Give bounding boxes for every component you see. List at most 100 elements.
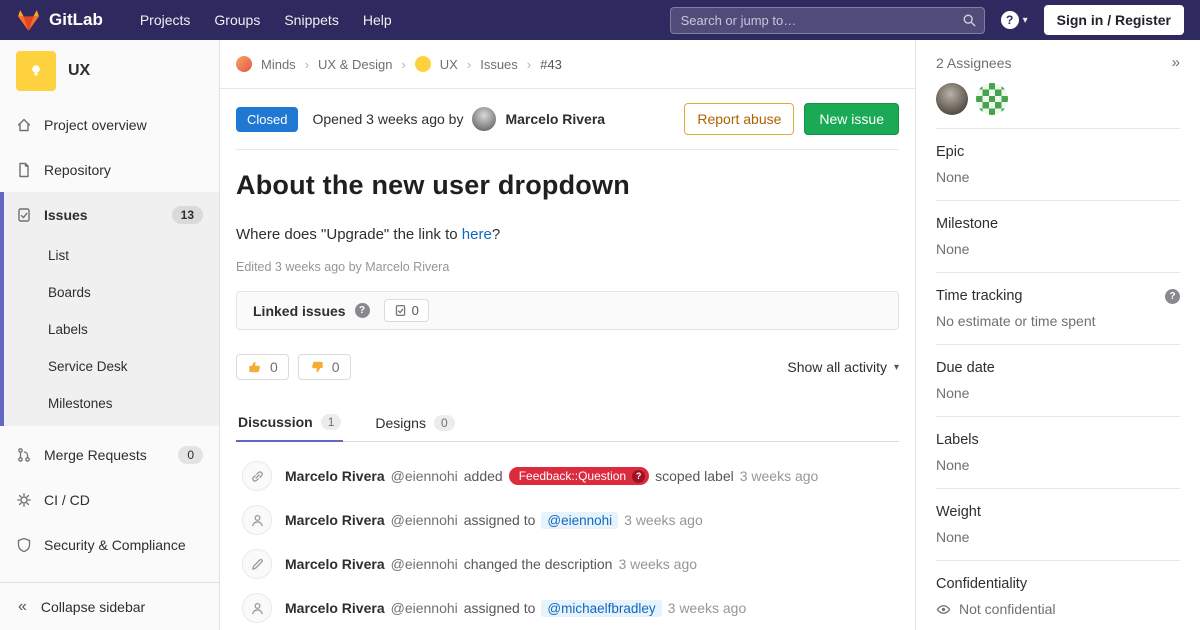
note-author[interactable]: Marcelo Rivera	[285, 556, 385, 572]
sidebar-section-confidentiality: Confidentiality Not confidential	[936, 561, 1180, 630]
breadcrumb-ux-design[interactable]: UX & Design	[318, 57, 392, 72]
author-avatar[interactable]	[472, 107, 496, 131]
time-tracking-help-icon[interactable]: ?	[1165, 289, 1180, 304]
section-label: Weight	[936, 504, 1180, 520]
collapse-sidebar-label: Collapse sidebar	[41, 599, 145, 615]
tab-label: Discussion	[238, 414, 313, 430]
new-issue-button[interactable]: New issue	[804, 103, 899, 135]
project-context[interactable]: UX	[0, 40, 219, 102]
gitlab-logo[interactable]: GitLab	[16, 8, 103, 33]
eye-icon	[936, 602, 951, 617]
sidebar-item-service-desk[interactable]: Service Desk	[4, 348, 219, 385]
section-label: Due date	[936, 360, 1180, 376]
opened-text: Opened 3 weeks ago by	[312, 111, 463, 127]
thumbs-down-button[interactable]: 0	[298, 354, 351, 380]
sign-in-register-button[interactable]: Sign in / Register	[1044, 5, 1184, 35]
sidebar-item-ci-cd[interactable]: CI / CD	[0, 477, 219, 522]
nav-item-projects[interactable]: Projects	[129, 2, 202, 38]
note-text: Marcelo Rivera @eiennohi assigned to @ei…	[285, 512, 703, 529]
note-timestamp[interactable]: 3 weeks ago	[740, 468, 819, 484]
issue-description: Where does "Upgrade" the link to here?	[236, 226, 899, 243]
note-action: changed the description	[464, 556, 613, 572]
help-question-icon[interactable]: ?	[355, 303, 370, 318]
issues-count-badge: 13	[172, 206, 203, 224]
scoped-label-feedback-question[interactable]: Feedback::Question ?	[509, 467, 649, 485]
collapse-sidebar-button[interactable]: « Collapse sidebar	[0, 582, 219, 630]
discussion-count-badge: 1	[321, 414, 342, 430]
section-label-text: Time tracking	[936, 288, 1022, 304]
document-icon	[16, 162, 32, 178]
search-box	[670, 7, 985, 34]
sidebar-item-issues[interactable]: Issues 13	[4, 192, 219, 237]
expand-chevrons-icon[interactable]: »	[1172, 54, 1180, 71]
search-icon[interactable]	[962, 13, 977, 28]
pencil-icon	[242, 549, 272, 579]
issues-submenu: List Boards Labels Service Desk Mileston…	[4, 237, 219, 426]
note-author[interactable]: Marcelo Rivera	[285, 600, 385, 616]
awards-row: 0 0 Show all activity ▾	[236, 354, 899, 380]
issue-status-header: Closed Opened 3 weeks ago by Marcelo Riv…	[236, 103, 899, 150]
thumbs-up-button[interactable]: 0	[236, 354, 289, 380]
system-note: Marcelo Rivera @eiennohi assigned to @mi…	[220, 586, 915, 630]
note-timestamp[interactable]: 3 weeks ago	[618, 556, 697, 572]
sidebar-section-milestone: Milestone None	[936, 201, 1180, 273]
section-value: Not confidential	[936, 601, 1180, 617]
linked-issues-count[interactable]: 0	[384, 299, 429, 322]
search-input[interactable]	[670, 7, 985, 34]
linked-issues-title: Linked issues	[253, 303, 346, 319]
issues-icon	[16, 207, 32, 223]
breadcrumb-ux[interactable]: UX	[440, 57, 458, 72]
nav-item-snippets[interactable]: Snippets	[273, 2, 349, 38]
nav-item-groups[interactable]: Groups	[203, 2, 271, 38]
tab-designs[interactable]: Designs 0	[373, 404, 456, 441]
mention-michaelfbradley[interactable]: @michaelfbradley	[541, 600, 661, 617]
sidebar-item-milestones[interactable]: Milestones	[4, 385, 219, 422]
sidebar-item-merge-requests[interactable]: Merge Requests 0	[0, 432, 219, 477]
author-name[interactable]: Marcelo Rivera	[505, 111, 605, 127]
note-author[interactable]: Marcelo Rivera	[285, 512, 385, 528]
sidebar-item-project-overview[interactable]: Project overview	[0, 102, 219, 147]
activity-filter-dropdown[interactable]: Show all activity ▾	[787, 359, 899, 375]
project-avatar	[16, 51, 56, 91]
note-action: assigned to	[464, 512, 536, 528]
linked-issues-panel: Linked issues ? 0	[236, 291, 899, 330]
note-timestamp[interactable]: 3 weeks ago	[668, 600, 747, 616]
thumbs-up-count: 0	[270, 359, 278, 375]
assignee-avatar-identicon[interactable]	[976, 83, 1008, 115]
breadcrumb-minds[interactable]: Minds	[261, 57, 296, 72]
edited-note: Edited 3 weeks ago by Marcelo Rivera	[236, 260, 899, 274]
sidebar-item-issues-boards[interactable]: Boards	[4, 274, 219, 311]
discussion-timeline: Marcelo Rivera @eiennohi added Feedback:…	[220, 442, 915, 630]
here-link[interactable]: here	[462, 226, 492, 243]
sidebar-item-repository[interactable]: Repository	[0, 147, 219, 192]
sidebar-item-issues-labels[interactable]: Labels	[4, 311, 219, 348]
assignees-header: 2 Assignees »	[936, 54, 1180, 71]
header-actions: Report abuse New issue	[684, 103, 899, 135]
issue-page: Minds › UX & Design › UX › Issues › #43 …	[220, 40, 915, 630]
thumbs-down-count: 0	[332, 359, 340, 375]
help-dropdown[interactable]: ? ▾	[1001, 11, 1028, 29]
sidebar-label: Issues	[44, 207, 88, 223]
assignee-avatar-photo[interactable]	[936, 83, 968, 115]
nav-menu: Projects Groups Snippets Help	[129, 2, 403, 38]
project-name: UX	[68, 62, 90, 80]
report-abuse-button[interactable]: Report abuse	[684, 103, 794, 135]
mention-eiennohi[interactable]: @eiennohi	[541, 512, 618, 529]
note-author[interactable]: Marcelo Rivera	[285, 468, 385, 484]
merge-request-icon	[16, 447, 32, 463]
sidebar-item-issues-list[interactable]: List	[4, 237, 219, 274]
breadcrumb-issues[interactable]: Issues	[480, 57, 518, 72]
tab-discussion[interactable]: Discussion 1	[236, 404, 343, 442]
status-badge: Closed	[236, 107, 298, 132]
sidebar-issues-block: Issues 13 List Boards Labels Service Des…	[0, 192, 219, 426]
scoped-label-help-icon: ?	[632, 470, 645, 483]
note-action-tail: scoped label	[655, 468, 734, 484]
help-question-icon: ?	[1001, 11, 1019, 29]
note-timestamp[interactable]: 3 weeks ago	[624, 512, 703, 528]
nav-right: ? ▾ Sign in / Register	[670, 5, 1184, 35]
sidebar-item-security[interactable]: Security & Compliance	[0, 522, 219, 567]
sidebar-label: Security & Compliance	[44, 537, 186, 553]
nav-item-help[interactable]: Help	[352, 2, 403, 38]
section-value: None	[936, 385, 1180, 401]
section-value: None	[936, 241, 1180, 257]
